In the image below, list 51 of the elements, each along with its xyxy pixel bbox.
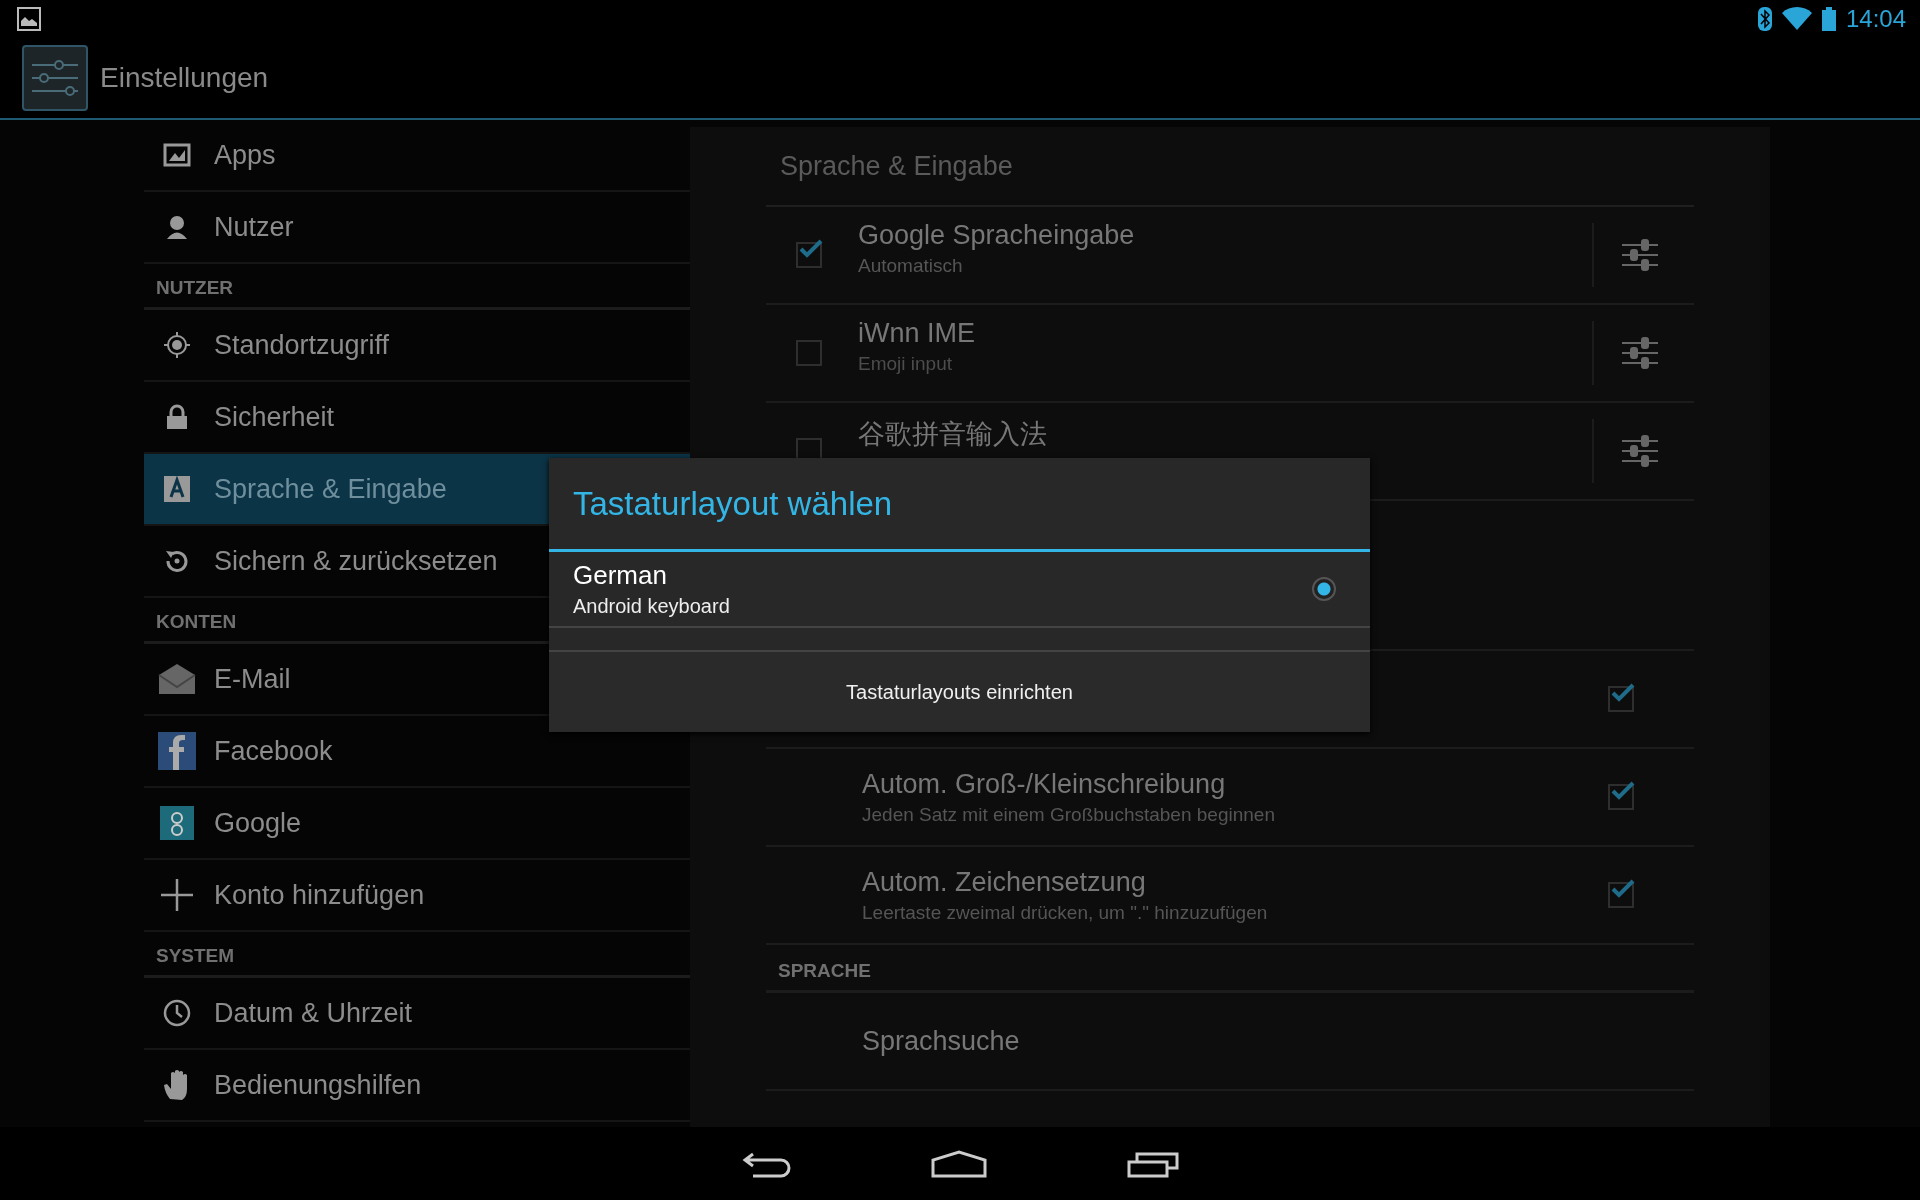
sidebar-item[interactable]: Nutzer [144,192,690,264]
layout-option[interactable]: German Android keyboard [549,552,1370,628]
facebook-icon [158,732,196,770]
setting-title: Autom. Zeichensetzung [862,866,1147,898]
settings-icon[interactable] [22,44,88,111]
checkbox[interactable] [796,242,822,268]
lock-icon [166,404,188,430]
picture-icon [17,6,41,31]
sidebar-item[interactable]: Bedienungshilfen [144,1050,690,1122]
section-header: SYSTEM [144,932,690,978]
wifi-icon [1781,6,1812,31]
input-method-title: Google Spracheingabe [858,220,1136,251]
setting-title: Sprachsuche [862,1025,1020,1057]
setting-title: Autom. Groß-/Kleinschreibung [862,768,1227,800]
app-title: Einstellungen [100,61,269,94]
section-header: NUTZER [144,264,690,310]
checkbox[interactable] [1608,882,1634,908]
sliders-icon[interactable] [1622,335,1658,371]
setting-subtitle: Jeden Satz mit einem Großbuchstaben beginnen [862,803,1276,826]
dialog-title: Tastaturlayout wählen [549,458,1370,552]
plus-icon [161,879,193,911]
radio-button[interactable] [1312,577,1336,601]
panel-title: Sprache & Eingabe [766,127,1694,207]
section-header: SPRACHE [766,945,1694,993]
battery-icon [1821,6,1836,31]
input-method-subtitle: Emoji input [858,353,953,375]
envelope-icon [158,663,196,695]
input-method-subtitle: Automatisch [858,255,964,277]
option-title: German [573,560,668,591]
sliders-icon[interactable] [1622,433,1658,469]
input-method-title: iWnn IME [858,318,977,349]
setup-layouts-button[interactable]: Tastaturlayouts einrichten [549,652,1370,732]
person-icon [165,214,189,240]
home-icon[interactable] [931,1149,987,1178]
sidebar-item[interactable]: Apps [144,120,690,192]
location-icon [163,331,191,359]
checkbox[interactable] [1608,784,1634,810]
checkbox[interactable] [1608,686,1634,712]
setting-subtitle: Leertaste zweimal drücken, um "." hinzuzufügen [862,901,1269,924]
picture-icon [163,142,191,168]
clock-time: 14:04 [1845,4,1906,33]
bluetooth-icon [1757,6,1772,31]
sidebar-item[interactable]: Standortzugriff [144,310,690,382]
checkbox[interactable] [796,340,822,366]
keyboard-letter-icon [163,475,191,503]
sidebar-item[interactable]: Datum & Uhrzeit [144,978,690,1050]
sidebar-item[interactable]: Google [144,788,690,860]
input-method-title: 谷歌拼音输入法 [858,418,1048,451]
google-icon [160,806,194,840]
sliders-icon[interactable] [1622,237,1658,273]
clock-icon [163,999,191,1027]
